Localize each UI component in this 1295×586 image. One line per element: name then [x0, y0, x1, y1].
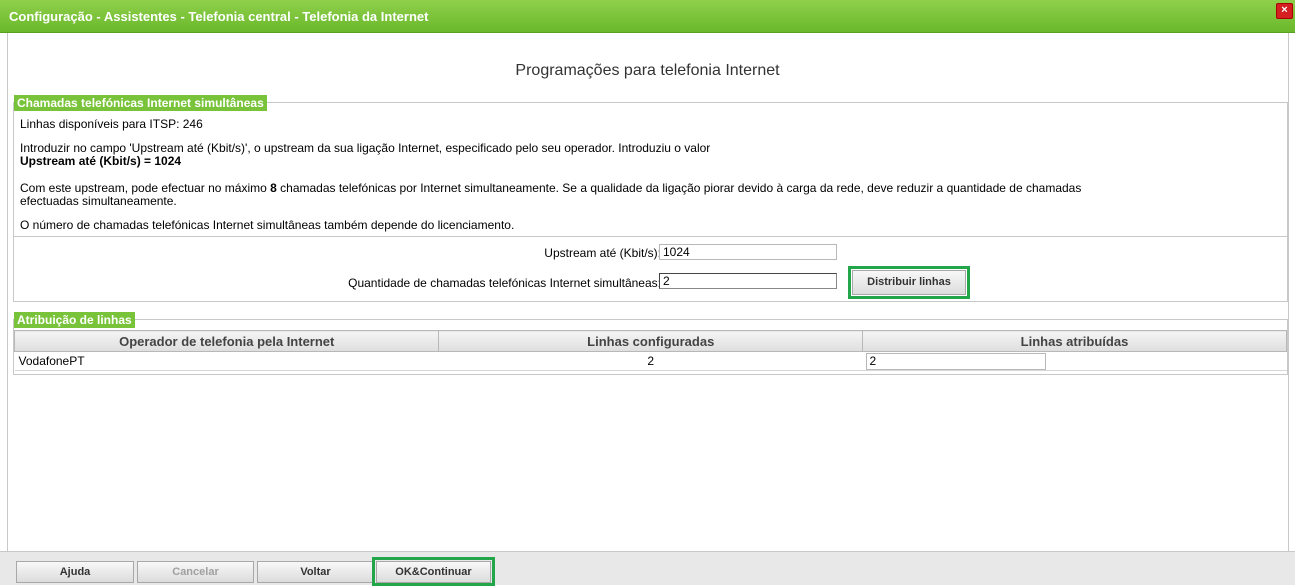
max-calls-text: Com este upstream, pode efectuar no máxi… [20, 181, 1081, 195]
configured-lines-cell: 2 [438, 351, 863, 371]
section-legend-simultaneous: Chamadas telefónicas Internet simultânea… [14, 95, 267, 111]
max-calls-pre: Com este upstream, pode efectuar no máxi… [20, 181, 271, 195]
assigned-lines-input[interactable] [865, 352, 1046, 370]
column-header-provider[interactable]: Operador de telefonia pela Internet [13, 330, 440, 352]
max-calls-post: chamadas telefónicas por Internet simult… [276, 181, 1082, 195]
window-title: Configuração - Assistentes - Telefonia c… [9, 9, 429, 24]
calls-quantity-input[interactable] [659, 273, 837, 289]
section-legend-assignment: Atribuição de linhas [14, 312, 135, 328]
footer-bar: Ajuda Cancelar Voltar OK&Continuar [0, 551, 1295, 586]
close-icon[interactable]: × [1276, 3, 1293, 19]
ok-continue-button[interactable]: OK&Continuar [376, 561, 491, 583]
lines-available-text: Linhas disponíveis para ITSP: 246 [20, 117, 203, 131]
back-button[interactable]: Voltar [257, 561, 374, 583]
cancel-button[interactable]: Cancelar [137, 561, 254, 583]
window-titlebar: Configuração - Assistentes - Telefonia c… [0, 0, 1295, 33]
assigned-lines-cell [862, 351, 1287, 371]
upstream-value-text: Upstream até (Kbit/s) = 1024 [20, 154, 182, 168]
section-divider [14, 236, 1287, 237]
max-calls-number: 8 [270, 181, 277, 195]
calls-quantity-label: Quantidade de chamadas telefónicas Inter… [348, 276, 661, 290]
upstream-input[interactable] [659, 244, 837, 260]
licensing-note: O número de chamadas telefónicas Interne… [20, 218, 515, 232]
line-assignment-table: Operador de telefonia pela Internet Linh… [13, 330, 1287, 371]
max-calls-text-line2: efectuadas simultaneamente. [20, 194, 177, 208]
upstream-intro-text: Introduzir no campo 'Upstream até (Kbit/… [20, 141, 711, 155]
column-header-assigned[interactable]: Linhas atribuídas [862, 330, 1287, 352]
help-button[interactable]: Ajuda [16, 561, 134, 583]
line-assignment-section: Atribuição de linhas Operador de telefon… [13, 312, 1288, 375]
table-row: VodafonePT 2 [14, 351, 1287, 371]
page-title: Programações para telefonia Internet [515, 62, 780, 79]
distribute-lines-button[interactable]: Distribuir linhas [852, 270, 966, 295]
simultaneous-calls-section: Chamadas telefónicas Internet simultânea… [13, 95, 1288, 302]
provider-cell: VodafonePT [14, 351, 439, 371]
upstream-label: Upstream até (Kbit/s): [544, 246, 661, 260]
column-header-configured[interactable]: Linhas configuradas [438, 330, 863, 352]
